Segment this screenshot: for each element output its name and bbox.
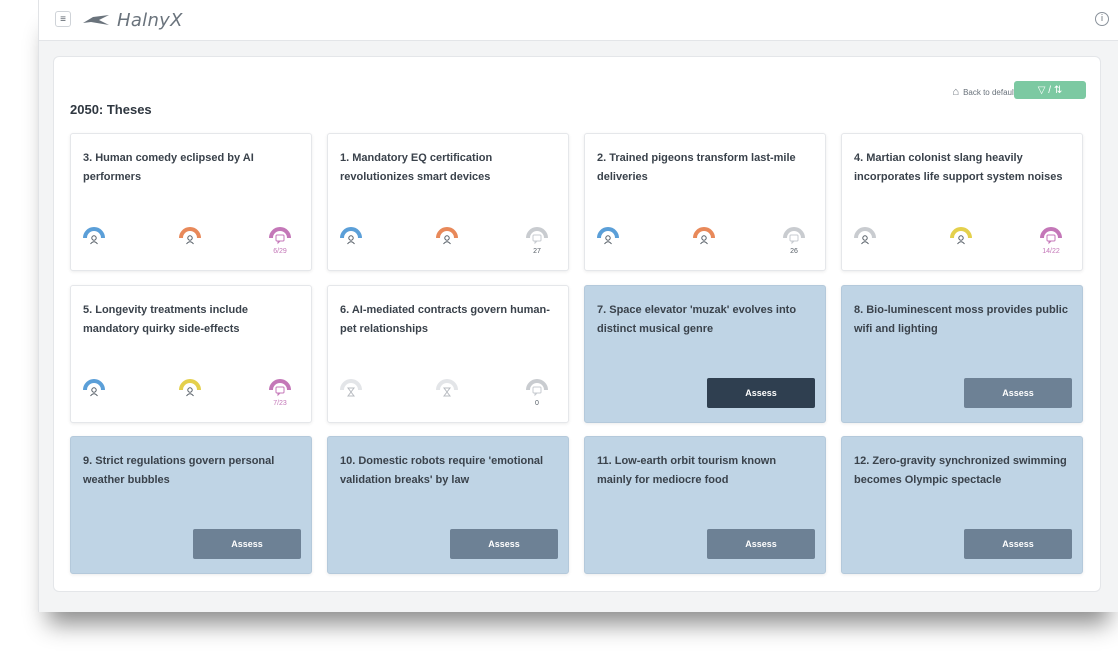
filter-sort-button[interactable]: ▽ / ⇅ xyxy=(1014,81,1086,99)
rating-gauge-icon xyxy=(854,226,876,254)
group-gauge-icon xyxy=(950,226,972,254)
assess-button[interactable]: Assess xyxy=(964,378,1072,408)
comments-gauge-icon: 7/23 xyxy=(269,378,291,407)
rating-gauge-icon xyxy=(340,226,362,254)
page-title: 2050: Theses xyxy=(70,102,152,117)
comment-count: 6/29 xyxy=(273,248,287,255)
comments-gauge-icon: 14/22 xyxy=(1040,226,1062,255)
assess-button[interactable]: Assess xyxy=(193,529,301,559)
back-to-default-link[interactable]: ⌂ Back to default xyxy=(952,86,1016,98)
home-icon: ⌂ xyxy=(952,86,960,98)
thesis-text: 11. Low-earth orbit tourism known mainly… xyxy=(597,455,777,486)
comments-gauge-icon: 26 xyxy=(783,226,805,255)
thesis-card[interactable]: 10. Domestic robots require 'emotional v… xyxy=(327,436,569,574)
theses-panel: 2050: Theses ⌂ Back to default ▽ / ⇅ 3. … xyxy=(53,56,1101,592)
logo-mark-icon xyxy=(83,15,109,25)
hamburger-menu-icon[interactable]: ≡ xyxy=(55,11,71,27)
app-window: ≡ HalnyX i 2050: Theses ⌂ Back to defaul… xyxy=(38,0,1118,612)
thesis-text: 8. Bio-luminescent moss provides public … xyxy=(854,304,1068,335)
info-icon[interactable]: i xyxy=(1095,12,1109,26)
comments-gauge-icon: 6/29 xyxy=(269,226,291,255)
assess-button[interactable]: Assess xyxy=(964,529,1072,559)
comment-count: 26 xyxy=(790,248,798,255)
thesis-card[interactable]: 5. Longevity treatments include mandator… xyxy=(70,285,312,423)
thesis-card[interactable]: 7. Space elevator 'muzak' evolves into d… xyxy=(584,285,826,423)
thesis-card[interactable]: 6. AI-mediated contracts govern human-pe… xyxy=(327,285,569,423)
rating-gauge-icon xyxy=(83,378,105,406)
group-gauge-icon xyxy=(179,226,201,254)
rating-gauge-icon xyxy=(340,378,362,406)
comment-count: 27 xyxy=(533,248,541,255)
thesis-text: 6. AI-mediated contracts govern human-pe… xyxy=(340,304,550,335)
thesis-text: 4. Martian colonist slang heavily incorp… xyxy=(854,152,1063,183)
app-name: HalnyX xyxy=(117,9,183,31)
thesis-text: 2. Trained pigeons transform last-mile d… xyxy=(597,152,796,183)
thesis-card[interactable]: 1. Mandatory EQ certification revolution… xyxy=(327,133,569,271)
thesis-text: 10. Domestic robots require 'emotional v… xyxy=(340,455,544,486)
thesis-card[interactable]: 8. Bio-luminescent moss provides public … xyxy=(841,285,1083,423)
rating-gauge-icon xyxy=(597,226,619,254)
comment-count: 14/22 xyxy=(1042,248,1060,255)
group-gauge-icon xyxy=(436,378,458,406)
thesis-card[interactable]: 9. Strict regulations govern personal we… xyxy=(70,436,312,574)
assess-button[interactable]: Assess xyxy=(707,529,815,559)
thesis-text: 12. Zero-gravity synchronized swimming b… xyxy=(854,455,1067,486)
assess-button[interactable]: Assess xyxy=(450,529,558,559)
thesis-text: 1. Mandatory EQ certification revolution… xyxy=(340,152,493,183)
thesis-card[interactable]: 2. Trained pigeons transform last-mile d… xyxy=(584,133,826,271)
thesis-text: 3. Human comedy eclipsed by AI performer… xyxy=(83,152,254,183)
thesis-card[interactable]: 11. Low-earth orbit tourism known mainly… xyxy=(584,436,826,574)
filter-sort-label: ▽ / ⇅ xyxy=(1037,84,1063,96)
group-gauge-icon xyxy=(693,226,715,254)
assess-button[interactable]: Assess xyxy=(707,378,815,408)
comment-count: 0 xyxy=(535,400,539,407)
thesis-text: 9. Strict regulations govern personal we… xyxy=(83,455,275,486)
group-gauge-icon xyxy=(436,226,458,254)
thesis-card[interactable]: 4. Martian colonist slang heavily incorp… xyxy=(841,133,1083,271)
comments-gauge-icon: 27 xyxy=(526,226,548,255)
top-bar: ≡ HalnyX i xyxy=(39,0,1118,41)
thesis-text: 7. Space elevator 'muzak' evolves into d… xyxy=(597,304,797,335)
group-gauge-icon xyxy=(179,378,201,406)
thesis-text: 5. Longevity treatments include mandator… xyxy=(83,304,249,335)
comment-count: 7/23 xyxy=(273,400,287,407)
thesis-card[interactable]: 3. Human comedy eclipsed by AI performer… xyxy=(70,133,312,271)
app-logo[interactable]: HalnyX xyxy=(81,9,183,31)
back-to-default-label: Back to default xyxy=(963,87,1016,97)
rating-gauge-icon xyxy=(83,226,105,254)
comments-gauge-icon: 0 xyxy=(526,378,548,407)
thesis-card[interactable]: 12. Zero-gravity synchronized swimming b… xyxy=(841,436,1083,574)
